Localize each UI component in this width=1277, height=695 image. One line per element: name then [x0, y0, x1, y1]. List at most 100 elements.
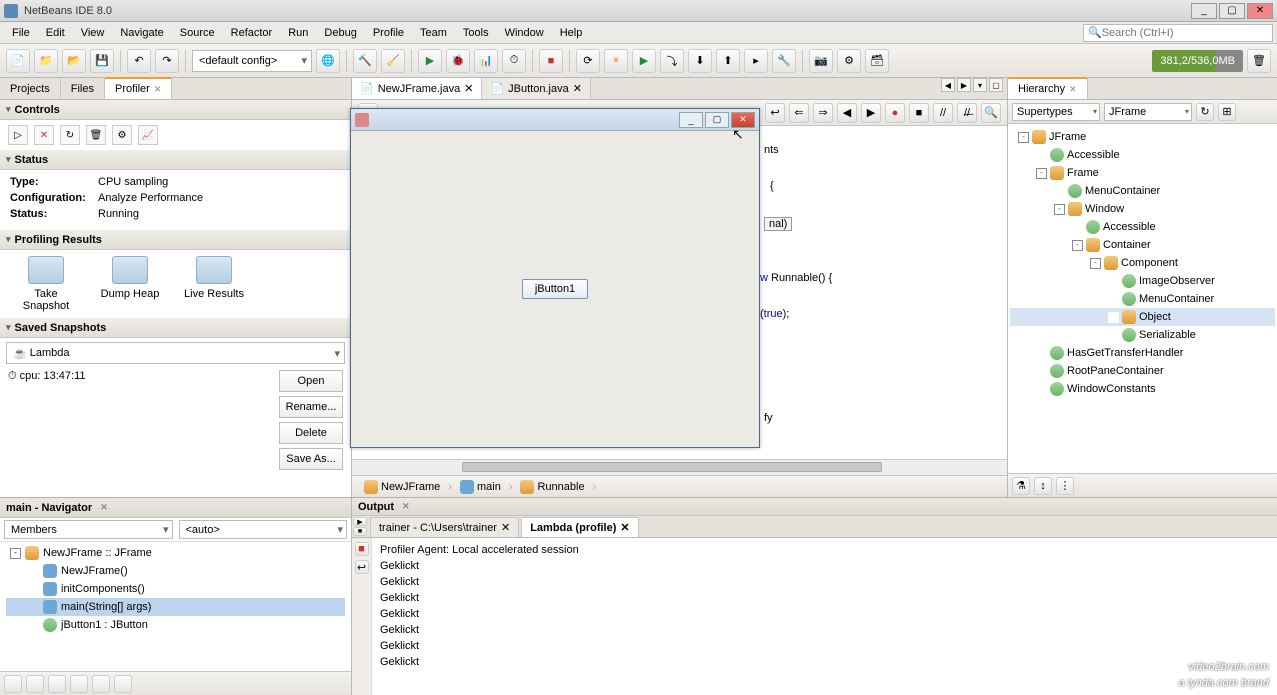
sort-name-button[interactable]: [92, 675, 110, 693]
hierarchy-node[interactable]: WindowConstants: [1010, 380, 1275, 398]
redo-button[interactable]: ↷: [155, 49, 179, 73]
start-macro-button[interactable]: ●: [885, 103, 905, 123]
menu-team[interactable]: Team: [412, 25, 455, 41]
resume-profiling-button[interactable]: ▷: [8, 125, 28, 145]
hierarchy-class-dropdown[interactable]: JFrame: [1104, 103, 1192, 121]
tree-toggle-icon[interactable]: [1108, 312, 1119, 323]
search-input[interactable]: [1102, 27, 1268, 39]
hierarchy-node[interactable]: Accessible: [1010, 218, 1275, 236]
collapse-icon[interactable]: ▾: [6, 322, 11, 333]
wrap-text-button[interactable]: ↩: [355, 560, 369, 574]
stop-button[interactable]: ■: [539, 49, 563, 73]
breadcrumb-inner[interactable]: Runnable: [516, 480, 588, 494]
hierarchy-tree[interactable]: -JFrameAccessible-FrameMenuContainer-Win…: [1008, 124, 1277, 473]
live-results-button[interactable]: Live Results: [178, 256, 250, 312]
menu-window[interactable]: Window: [497, 25, 552, 41]
tree-toggle-icon[interactable]: [1072, 222, 1083, 233]
stop-macro-button[interactable]: ■: [909, 103, 929, 123]
menu-edit[interactable]: Edit: [38, 25, 73, 41]
find-button[interactable]: 🔍: [981, 103, 1001, 123]
scrollbar-thumb[interactable]: [462, 462, 882, 472]
rerun-output-button[interactable]: ▶: [353, 517, 367, 526]
hierarchy-node[interactable]: HasGetTransferHandler: [1010, 344, 1275, 362]
close-icon[interactable]: ✕: [100, 502, 108, 513]
uncomment-button[interactable]: /̶/̶: [957, 103, 977, 123]
reset-results-button[interactable]: ↻: [60, 125, 80, 145]
hierarchy-node[interactable]: RootPaneContainer: [1010, 362, 1275, 380]
profile-button[interactable]: 📊: [474, 49, 498, 73]
hierarchy-node[interactable]: -Component: [1010, 254, 1275, 272]
output-tab-lambda[interactable]: Lambda (profile)✕: [521, 517, 638, 537]
delete-snapshot-button[interactable]: Delete: [279, 422, 343, 444]
saveas-snapshot-button[interactable]: Save As...: [279, 448, 343, 470]
horizontal-scrollbar[interactable]: [352, 459, 1007, 475]
rename-snapshot-button[interactable]: Rename...: [279, 396, 343, 418]
tab-profiler[interactable]: Profiler✕: [105, 77, 172, 99]
navigator-node[interactable]: jButton1 : JButton: [6, 616, 345, 634]
new-file-button[interactable]: 📄: [6, 49, 30, 73]
rerun-button[interactable]: ⟳: [576, 49, 600, 73]
navigator-tree[interactable]: -NewJFrame :: JFrameNewJFrame()initCompo…: [0, 542, 351, 671]
hierarchy-node[interactable]: -Container: [1010, 236, 1275, 254]
continue-button[interactable]: ▶: [632, 49, 656, 73]
hierarchy-node[interactable]: -Window: [1010, 200, 1275, 218]
collapse-icon[interactable]: ▾: [6, 234, 11, 245]
close-icon[interactable]: ✕: [1069, 84, 1077, 95]
vm-telemetry-button[interactable]: 📈: [138, 125, 158, 145]
browser-button[interactable]: 🌐: [316, 49, 340, 73]
undo-button[interactable]: ↶: [127, 49, 151, 73]
menu-run[interactable]: Run: [280, 25, 316, 41]
tree-toggle-icon[interactable]: -: [1072, 240, 1083, 251]
hierarchy-node[interactable]: ImageObserver: [1010, 272, 1275, 290]
save-all-button[interactable]: 💾: [90, 49, 114, 73]
hierarchy-node[interactable]: Serializable: [1010, 326, 1275, 344]
close-icon[interactable]: ✕: [402, 501, 410, 512]
breadcrumb-class[interactable]: NewJFrame: [360, 480, 444, 494]
run-button[interactable]: ▶: [418, 49, 442, 73]
maximize-editor-button[interactable]: ▢: [989, 78, 1003, 92]
show-inherited-button[interactable]: [4, 675, 22, 693]
config-dropdown[interactable]: <default config>: [192, 50, 312, 72]
tab-projects[interactable]: Projects: [0, 78, 61, 99]
open-snapshot-button[interactable]: Open: [279, 370, 343, 392]
back-button[interactable]: ⇐: [789, 103, 809, 123]
running-app-titlebar[interactable]: _ ▢ ✕: [351, 109, 759, 131]
apply-code-changes-button[interactable]: 🔧: [772, 49, 796, 73]
step-over-button[interactable]: ⤵: [660, 49, 684, 73]
tree-toggle-icon[interactable]: [28, 584, 39, 595]
tree-toggle-icon[interactable]: [1036, 348, 1047, 359]
close-icon[interactable]: ✕: [573, 82, 582, 95]
running-minimize-button[interactable]: _: [679, 112, 703, 128]
modify-profiling-button[interactable]: ⚙: [112, 125, 132, 145]
run-to-cursor-button[interactable]: ▸: [744, 49, 768, 73]
navigator-node[interactable]: -NewJFrame :: JFrame: [6, 544, 345, 562]
refresh-hierarchy-button[interactable]: ↻: [1196, 103, 1214, 121]
tree-toggle-icon[interactable]: -: [1054, 204, 1065, 215]
show-fqn-button[interactable]: ⋮: [1056, 477, 1074, 495]
hierarchy-node[interactable]: -Frame: [1010, 164, 1275, 182]
tree-toggle-icon[interactable]: [1054, 186, 1065, 197]
menu-refactor[interactable]: Refactor: [223, 25, 281, 41]
heap-walker-button[interactable]: 🗃: [865, 49, 889, 73]
close-icon[interactable]: ✕: [154, 84, 162, 95]
navigator-node[interactable]: main(String[] args): [6, 598, 345, 616]
collapse-icon[interactable]: ▾: [6, 104, 11, 115]
menu-navigate[interactable]: Navigate: [112, 25, 171, 41]
tab-files[interactable]: Files: [61, 78, 105, 99]
shift-right-button[interactable]: ▶: [861, 103, 881, 123]
tree-toggle-icon[interactable]: [28, 566, 39, 577]
hierarchy-node[interactable]: MenuContainer: [1010, 182, 1275, 200]
snapshot-item[interactable]: ⏱ cpu: 13:47:11: [8, 370, 271, 383]
running-app-window[interactable]: _ ▢ ✕ jButton1: [350, 108, 760, 448]
jbutton1[interactable]: jButton1: [522, 279, 588, 299]
menu-view[interactable]: View: [73, 25, 113, 41]
breadcrumb-method[interactable]: main: [456, 480, 505, 494]
navigator-scope-dropdown[interactable]: <auto>: [179, 520, 348, 539]
memory-indicator[interactable]: 381,2/536,0MB: [1152, 50, 1243, 72]
close-icon[interactable]: ✕: [501, 521, 510, 534]
tree-toggle-icon[interactable]: [1036, 150, 1047, 161]
editor-tab-newjframe[interactable]: 📄NewJFrame.java✕: [352, 78, 482, 99]
maximize-button[interactable]: ▢: [1219, 3, 1245, 19]
menu-debug[interactable]: Debug: [316, 25, 364, 41]
menu-help[interactable]: Help: [552, 25, 591, 41]
